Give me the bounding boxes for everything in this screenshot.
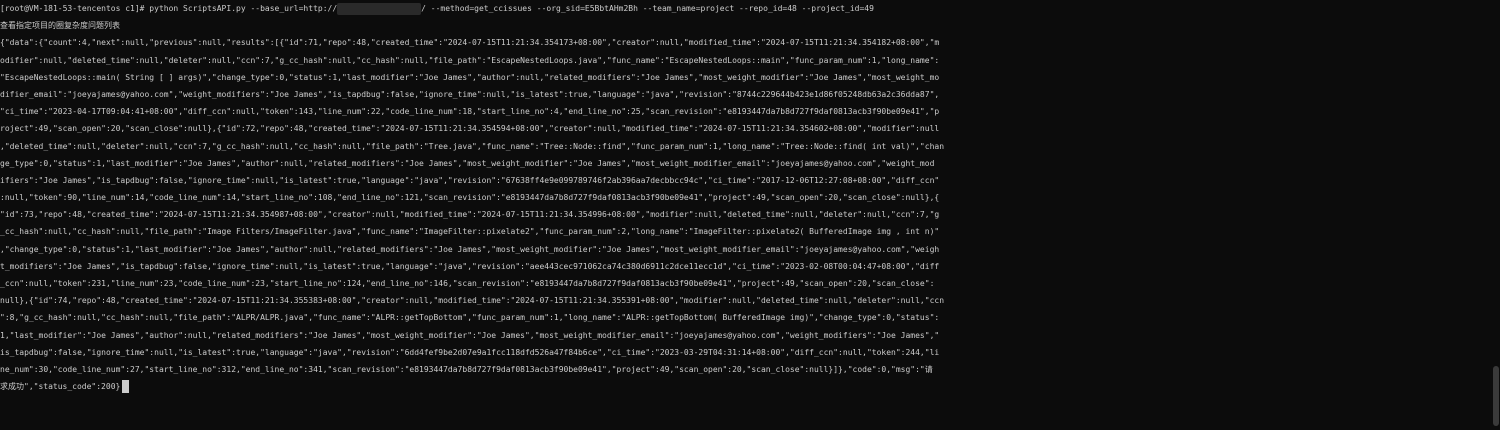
output-line: ,"change_type":0,"status":1,"last_modifi… — [0, 244, 940, 254]
output-line: ge_type":0,"status":1,"last_modifier":"J… — [0, 158, 935, 168]
command-suffix: / --method=get_ccissues --org_sid=E5BbtA… — [421, 4, 874, 13]
command-prefix: [root@VM-181-53-tencentos c1]# python Sc… — [0, 4, 338, 13]
redacted-host — [337, 2, 422, 15]
output-line: "ci_time":"2023-04-17T09:04:41+08:00","d… — [0, 107, 940, 117]
output-line: t_modifiers":"Joe James","is_tapdbug":fa… — [0, 261, 940, 271]
output-line: ifiers":"Joe James","is_tapdbug":false,"… — [0, 175, 940, 185]
output-line: :null,"token":90,"line_num":14,"code_lin… — [0, 193, 940, 203]
output-line: ,"deleted_time":null,"deleter":null,"ccn… — [0, 141, 945, 151]
terminal-window[interactable]: [root@VM-181-53-tencentos c1]# python Sc… — [0, 0, 1500, 430]
output-line: odifier":null,"deleted_time":null,"delet… — [0, 55, 940, 65]
terminal-output: 查看指定项目的圈复杂度问题列表 {"data":{"count":4,"next"… — [0, 17, 1492, 395]
output-line: "id":73,"repo":48,"created_time":"2024-0… — [0, 210, 940, 220]
scrollbar-thumb[interactable] — [1493, 366, 1499, 426]
terminal-scrollbar[interactable] — [1492, 0, 1500, 430]
terminal-cursor — [122, 380, 130, 394]
output-line: roject":49,"scan_open":20,"scan_close":n… — [0, 124, 940, 134]
output-line: ":8,"g_cc_hash":null,"cc_hash":null,"fil… — [0, 313, 940, 323]
output-line: _cc_hash":null,"cc_hash":null,"file_path… — [0, 227, 940, 237]
output-line: null},{"id":74,"repo":48,"created_time":… — [0, 296, 945, 306]
output-line: {"data":{"count":4,"next":null,"previous… — [0, 38, 940, 48]
output-line: 求成功","status_code":200} — [0, 378, 1492, 395]
output-line: 查看指定项目的圈复杂度问题列表 — [0, 21, 120, 31]
output-line: _ccn":null,"token":231,"line_num":23,"co… — [0, 279, 935, 288]
output-line: "EscapeNestedLoops::main( String [ ] arg… — [0, 72, 940, 82]
output-line: is_tapdbug":false,"ignore_time":null,"is… — [0, 347, 940, 357]
output-line: ne_num":30,"code_line_num":27,"start_lin… — [0, 364, 933, 374]
command-line: [root@VM-181-53-tencentos c1]# python Sc… — [0, 0, 1492, 17]
output-line: difier_email":"joeyajames@yahoo.com","we… — [0, 89, 940, 99]
output-line: 1,"last_modifier":"Joe James","author":n… — [0, 330, 940, 340]
